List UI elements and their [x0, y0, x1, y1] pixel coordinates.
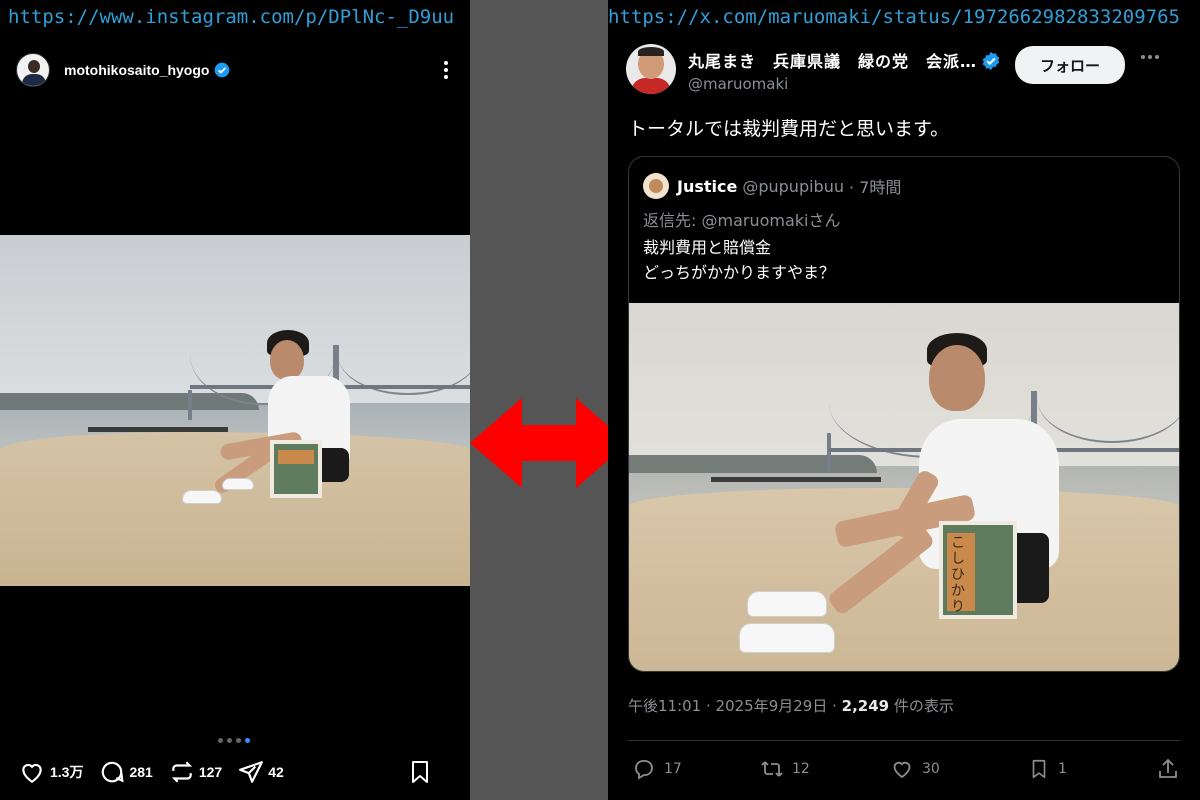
view-label: 件の表示 [889, 697, 954, 715]
reply-button[interactable]: 17 [632, 757, 760, 781]
divider [628, 740, 1180, 741]
handle[interactable]: @maruomaki [688, 75, 1001, 93]
instagram-username[interactable]: motohikosaito_hyogo [64, 62, 230, 78]
more-options-icon[interactable] [436, 58, 456, 82]
avatar[interactable] [626, 44, 676, 94]
double-arrow-icon [470, 398, 628, 488]
heart-icon [22, 763, 42, 784]
carousel-indicator[interactable] [218, 738, 250, 743]
more-options-icon[interactable] [1141, 55, 1160, 59]
person-figure [739, 333, 1069, 653]
rice-bag: こしひかり [939, 521, 1017, 619]
quote-text-line: 裁判費用と賠償金 [643, 238, 772, 257]
reply-to-label[interactable]: 返信先: @maruomakiさん [643, 207, 840, 231]
share-button[interactable] [1156, 757, 1180, 781]
tweet-header: 丸尾まき 兵庫県議 緑の党 会派… @maruomaki フォロー [626, 44, 1192, 98]
retweet-count: 12 [792, 761, 810, 777]
username-label: motohikosaito_hyogo [64, 62, 210, 78]
like-count: 30 [922, 761, 940, 777]
follow-button[interactable]: フォロー [1015, 46, 1126, 84]
quoted-tweet-photo[interactable]: こしひかり [629, 303, 1179, 671]
bookmark-icon [412, 761, 428, 783]
view-count: 2,249 [841, 697, 890, 715]
quote-text-line: どっちがかかりますやま？ [643, 263, 836, 282]
avatar[interactable] [643, 173, 669, 199]
display-name-label: 丸尾まき 兵庫県議 緑の党 会派… [688, 52, 978, 71]
comment-count: 281 [129, 764, 153, 780]
like-count: 1.3万 [50, 764, 84, 780]
like-button[interactable]: 1.3万 [18, 759, 83, 785]
heart-icon [893, 761, 911, 779]
bookmark-count: 1 [1058, 761, 1067, 777]
bookmark-icon [1032, 759, 1046, 779]
display-name[interactable]: 丸尾まき 兵庫県議 緑の党 会派… [688, 48, 1001, 72]
verified-badge-icon [215, 62, 230, 78]
retweet-button[interactable]: 12 [760, 757, 890, 781]
reply-count: 17 [664, 761, 682, 777]
quoted-tweet[interactable]: Justice @pupupibuu · 7時間 返信先: @maruomaki… [628, 156, 1180, 672]
instagram-post-header: motohikosaito_hyogo [16, 50, 456, 90]
bookmark-button[interactable]: 1 [1028, 757, 1156, 781]
retweet-icon [761, 761, 783, 777]
timestamp-label[interactable]: 午後11:01 · 2025年9月29日 · [628, 697, 842, 715]
instagram-panel: https://www.instagram.com/p/DPlNc-_D9uu … [0, 0, 470, 800]
share-button[interactable]: 42 [238, 759, 284, 785]
x-url[interactable]: https://x.com/maruomaki/status/197266298… [608, 6, 1200, 28]
repost-button[interactable]: 127 [169, 759, 222, 785]
quote-author-handle[interactable]: @pupupibuu [742, 177, 844, 196]
tweet-text: トータルでは裁判費用だと思います。 [628, 118, 950, 140]
repost-icon [171, 761, 193, 783]
quote-text: 裁判費用と賠償金 どっちがかかりますやま？ [643, 235, 835, 285]
instagram-post-photo [0, 235, 470, 586]
rice-bag [270, 440, 322, 498]
comment-icon [102, 761, 125, 783]
instagram-action-bar: 1.3万 281 127 42 [18, 757, 452, 787]
share-count: 42 [268, 764, 284, 780]
quote-time: · 7時間 [848, 178, 902, 197]
like-button[interactable]: 30 [890, 757, 1028, 781]
save-button[interactable] [408, 759, 436, 785]
comment-button[interactable]: 281 [99, 759, 153, 785]
instagram-url[interactable]: https://www.instagram.com/p/DPlNc-_D9uu [8, 6, 468, 28]
verified-badge-icon [982, 51, 1000, 71]
reply-icon [635, 760, 653, 780]
share-icon [1159, 758, 1177, 778]
x-panel: https://x.com/maruomaki/status/197266298… [608, 0, 1200, 800]
rice-bag-text: こしひかり [951, 535, 965, 615]
send-icon [239, 761, 264, 783]
avatar[interactable] [16, 53, 50, 87]
repost-count: 127 [198, 764, 223, 780]
quote-author-name[interactable]: Justice [677, 177, 737, 196]
tweet-timestamp: 午後11:01 · 2025年9月29日 · 2,249 件の表示 [628, 695, 954, 716]
tweet-action-bar: 17 12 30 1 [632, 755, 1180, 783]
